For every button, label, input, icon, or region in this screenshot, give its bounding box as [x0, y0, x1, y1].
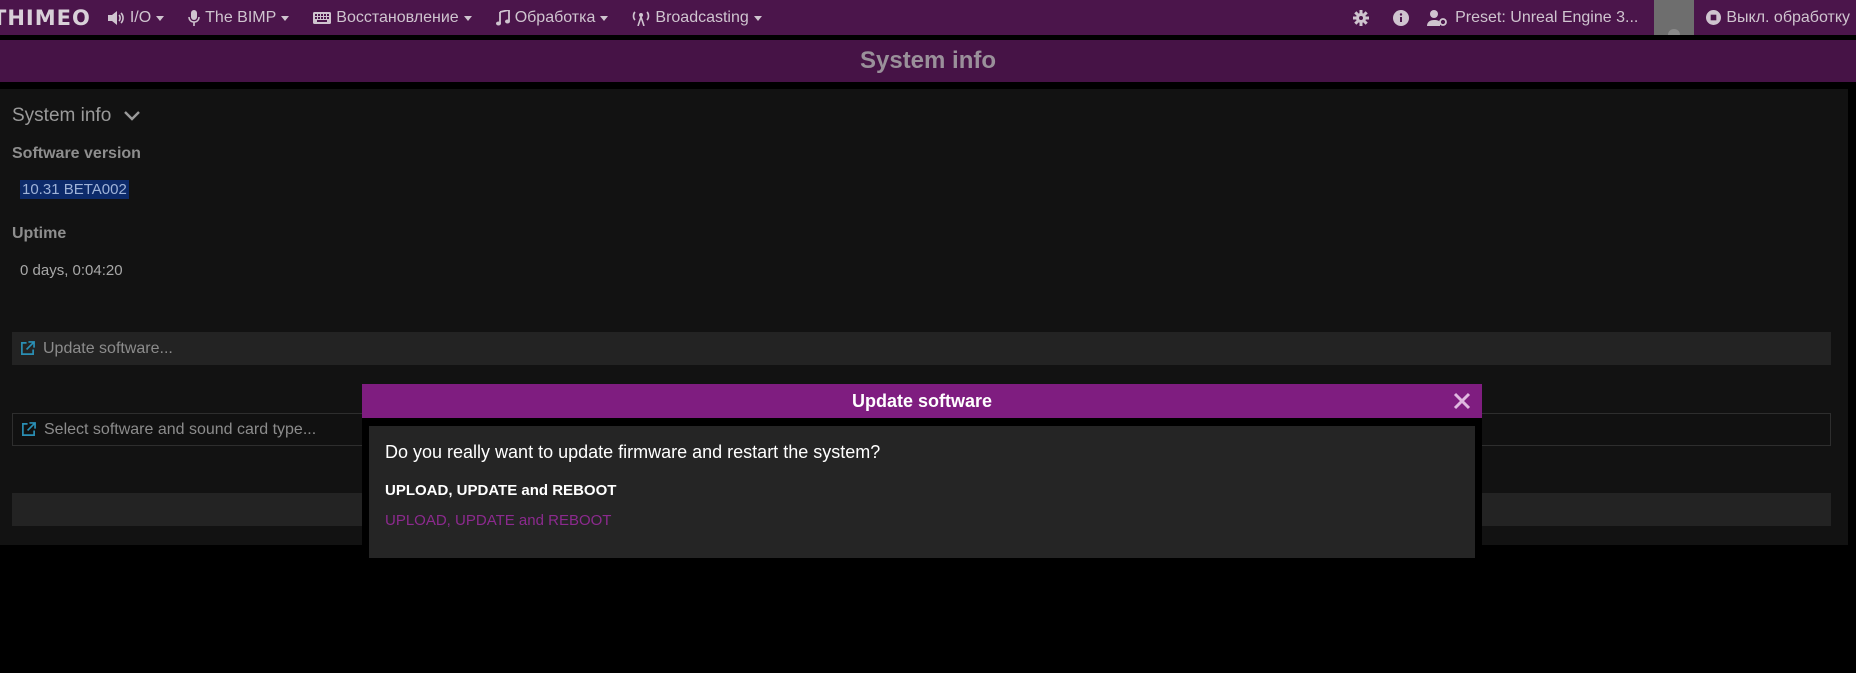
stop-processing-button[interactable]: Выкл. обработку	[1706, 9, 1850, 27]
microphone-icon	[188, 9, 200, 26]
nav-menu-broadcasting[interactable]: Broadcasting	[632, 8, 762, 27]
gear-icon	[1353, 9, 1370, 26]
avatar[interactable]	[1654, 0, 1695, 35]
external-link-icon	[21, 341, 35, 355]
modal-body: Do you really want to update firmware an…	[369, 426, 1475, 558]
nav-menu-processing-label: Обработка	[514, 8, 596, 26]
page-title-bar: System info	[0, 40, 1856, 82]
software-version-value: 10.31 BETA002	[20, 180, 129, 199]
update-software-label: Update software...	[43, 339, 173, 357]
settings-button[interactable]	[1341, 0, 1381, 35]
info-circle-icon	[1393, 9, 1410, 26]
nav-menu-processing[interactable]: Обработка	[495, 8, 609, 27]
nav-menu-restore-label: Восстановление	[336, 8, 459, 26]
select-software-label: Select software and sound card type...	[44, 420, 317, 438]
uptime-label: Uptime	[12, 225, 67, 242]
caret-down-icon	[753, 16, 762, 21]
system-info-section-toggle[interactable]: System info	[12, 105, 141, 127]
update-software-button[interactable]: Update software...	[12, 332, 1831, 365]
nav-menu-io[interactable]: I/O	[107, 8, 165, 27]
caret-down-icon	[463, 16, 472, 21]
stop-processing-label: Выкл. обработку	[1726, 8, 1850, 26]
keyboard-icon	[313, 11, 332, 24]
nav-menu-the-bimp-label: The BIMP	[205, 8, 277, 26]
preset-selector[interactable]: Preset: Unreal Engine 3...	[1427, 9, 1638, 27]
modal-question: Do you really want to update firmware an…	[385, 442, 881, 462]
caret-down-icon	[156, 16, 165, 21]
chevron-down-icon	[124, 111, 141, 121]
update-software-modal: Update software Do you really want to up…	[362, 384, 1482, 560]
caret-down-icon	[281, 16, 290, 21]
upload-update-reboot-link[interactable]: UPLOAD, UPDATE and REBOOT	[385, 512, 611, 529]
modal-subtitle: UPLOAD, UPDATE and REBOOT	[385, 482, 617, 499]
brand-logo[interactable]: THIMEO	[0, 6, 91, 30]
preset-label: Preset: Unreal Engine 3...	[1455, 8, 1639, 26]
uptime-value: 0 days, 0:04:20	[20, 262, 123, 279]
page-title: System info	[859, 47, 997, 74]
broadcast-tower-icon	[633, 10, 650, 26]
speaker-icon	[107, 10, 124, 25]
software-version-text: 10.31 BETA002	[20, 180, 129, 199]
info-button[interactable]	[1381, 0, 1421, 35]
nav-menu-broadcasting-label: Broadcasting	[655, 8, 749, 26]
caret-down-icon	[600, 16, 609, 21]
section-title: System info	[12, 105, 112, 126]
close-icon	[1453, 392, 1471, 410]
nav-menu-restore[interactable]: Восстановление	[313, 8, 472, 27]
modal-close-button[interactable]	[1452, 391, 1472, 411]
top-navbar: THIMEO I/O The BIMP Восстановление Обраб…	[0, 0, 1856, 35]
modal-header: Update software	[362, 384, 1482, 418]
modal-title: Update software	[851, 390, 993, 411]
nav-menu-the-bimp[interactable]: The BIMP	[188, 8, 290, 27]
user-silhouette-icon	[1668, 29, 1681, 35]
user-gear-icon	[1427, 9, 1448, 26]
music-note-icon	[495, 9, 510, 25]
software-version-label: Software version	[12, 145, 141, 162]
stop-circle-icon	[1706, 10, 1722, 25]
external-link-icon	[22, 422, 36, 436]
nav-menu-io-label: I/O	[129, 8, 152, 26]
navbar-right-group: Preset: Unreal Engine 3... Выкл. обработ…	[1341, 0, 1856, 35]
